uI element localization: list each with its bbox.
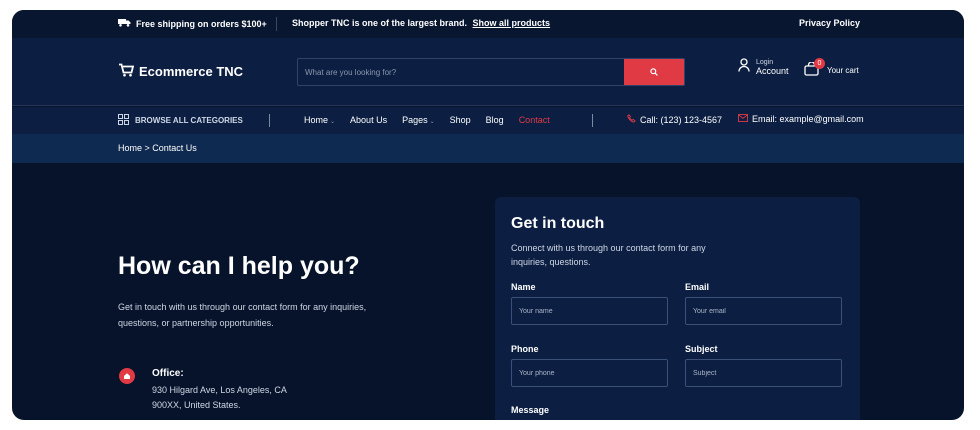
name-label: Name [511,282,536,292]
promo-text: Shopper TNC is one of the largest brand.… [292,18,550,28]
top-bar: Free shipping on orders $100+ Shopper TN… [12,10,964,38]
login-label: Login [756,59,774,66]
search-bar [297,58,685,86]
nav-item-about-us[interactable]: About Us [350,115,387,125]
grid-icon [118,114,129,127]
shipping-text: Free shipping on orders $100+ [136,18,267,29]
office-label: Office: [152,368,184,379]
cart-button[interactable]: 0 Your cart [804,58,859,78]
nav-item-pages-label: Pages [402,115,428,125]
user-icon [738,58,750,77]
office-address-line: 930 Hilgard Ave, Los Angeles, CA [152,385,287,395]
truck-icon [118,18,131,29]
phone-icon [627,114,636,125]
account-label: Account [756,66,789,76]
office-address-line: 900XX, United States. [152,400,241,410]
promo-label: Shopper TNC is one of the largest brand. [292,18,468,28]
nav-item-home-label: Home [304,115,329,125]
site-logo[interactable]: Ecommerce TNC [118,63,243,80]
nav-divider [269,114,270,127]
phone-label: Phone [511,344,539,354]
form-description: Connect with us through our contact form… [511,243,706,267]
office-address: 930 Hilgard Ave, Los Angeles, CA 900XX, … [152,383,287,413]
browse-categories-label: BROWSE ALL CATEGORIES [135,116,243,125]
main-header: Ecommerce TNC Login Account 0 [12,38,964,106]
subject-field[interactable] [685,359,842,387]
account-link[interactable]: Login Account [738,58,789,77]
cart-label: Your cart [827,65,859,75]
nav-divider [592,114,593,127]
page-title: How can I help you? [118,252,360,280]
nav-item-pages[interactable]: Pages ⌄ [402,115,435,125]
email-label: Email [685,282,710,292]
chevron-down-icon: ⌄ [429,119,435,125]
phone-field[interactable] [511,359,668,387]
nav-item-blog[interactable]: Blog [486,115,504,125]
form-title: Get in touch [511,215,605,232]
call-info[interactable]: Call: (123) 123-4567 [627,114,722,125]
email-text: Email: example@gmail.com [752,114,864,124]
main-nav: BROWSE ALL CATEGORIES Home ⌄ About Us Pag… [12,107,964,134]
search-icon [650,63,658,81]
page-frame: Free shipping on orders $100+ Shopper TN… [12,10,964,420]
subject-label: Subject [685,344,718,354]
mail-icon [738,114,748,124]
account-text: Login Account [756,59,789,76]
nav-item-home[interactable]: Home ⌄ [304,115,335,125]
name-field[interactable] [511,297,668,325]
privacy-policy-link[interactable]: Privacy Policy [799,18,860,28]
search-input[interactable] [298,59,624,85]
show-all-products-link[interactable]: Show all products [473,18,551,28]
shopping-bag-icon: 0 [804,58,825,78]
home-icon [119,368,135,384]
nav-menu: Home ⌄ About Us Pages ⌄ Shop Blog Contact [304,115,550,125]
topbar-divider [276,17,277,31]
logo-text: Ecommerce TNC [139,64,244,79]
browse-categories-button[interactable]: BROWSE ALL CATEGORIES [118,114,243,127]
breadcrumb: Home > Contact Us [12,134,964,163]
cart-logo-icon [118,63,135,80]
chevron-down-icon: ⌄ [330,119,336,125]
shipping-notice: Free shipping on orders $100+ [118,18,267,29]
contact-form-card: Get in touch Connect with us through our… [495,197,860,420]
nav-item-shop[interactable]: Shop [450,115,471,125]
email-field[interactable] [685,297,842,325]
call-text: Call: (123) 123-4567 [640,114,723,125]
cart-count-badge: 0 [814,58,825,69]
page-subtitle: Get in touch with us through our contact… [118,302,367,328]
nav-item-contact[interactable]: Contact [519,115,550,125]
search-button[interactable] [624,59,684,85]
email-info[interactable]: Email: example@gmail.com [738,114,864,124]
message-label: Message [511,405,550,415]
